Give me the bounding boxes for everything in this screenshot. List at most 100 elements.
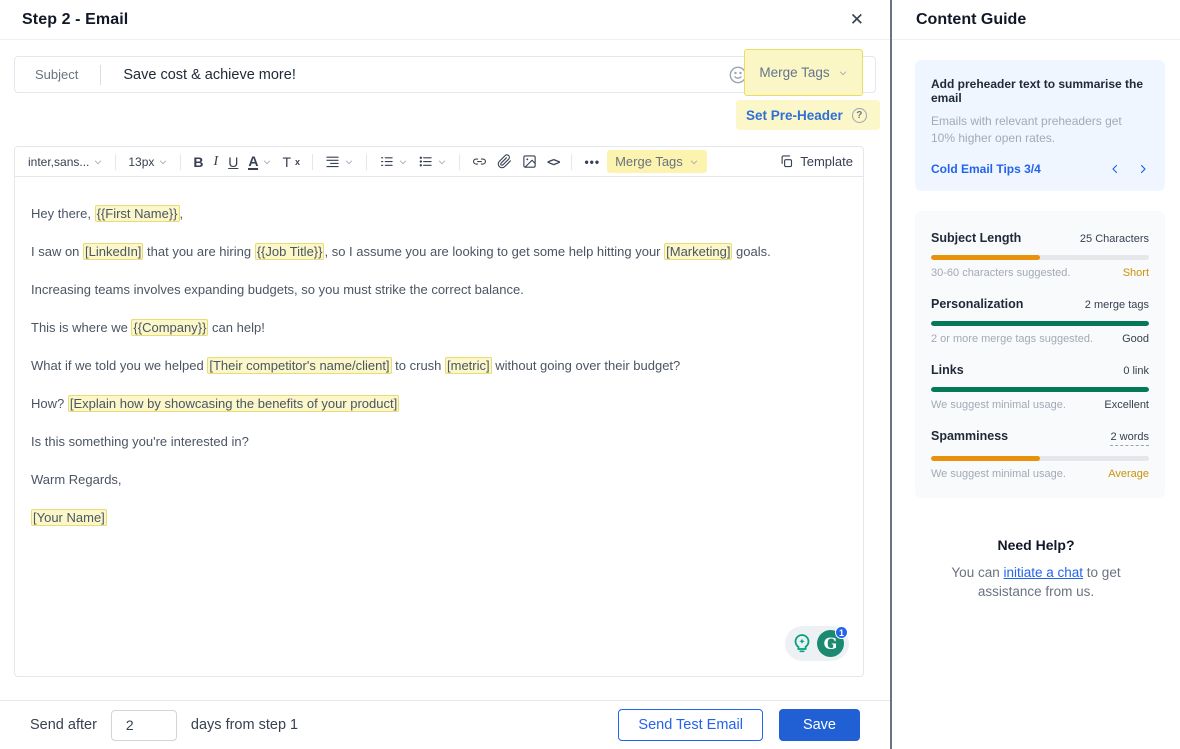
align-button[interactable] <box>322 152 357 171</box>
merge-tag-highlight: [Your Name] <box>31 509 107 526</box>
subject-label: Subject <box>15 67 100 82</box>
code-button[interactable]: <> <box>544 153 562 171</box>
template-button[interactable]: Template <box>779 154 853 169</box>
chevron-down-icon <box>689 157 699 167</box>
grammarly-suggestion-icon[interactable] <box>790 632 814 656</box>
divider <box>459 154 460 170</box>
body-text: How? <box>31 396 68 411</box>
content-guide-panel: Content Guide Add preheader text to summ… <box>890 0 1180 749</box>
divider <box>312 154 313 170</box>
metric-status: Average <box>1108 468 1149 480</box>
modal-header: Step 2 - Email ✕ <box>0 0 890 40</box>
app-root: Step 2 - Email ✕ Subject Merge Tags Set … <box>0 0 1180 749</box>
underline-button[interactable]: U <box>225 152 241 172</box>
bullet-list-button[interactable] <box>415 152 450 171</box>
body-text: that you are hiring <box>143 244 254 259</box>
toolbar-merge-tags-button[interactable]: Merge Tags <box>607 150 707 173</box>
ordered-list-icon <box>379 154 394 169</box>
initiate-chat-link[interactable]: initiate a chat <box>1003 565 1083 580</box>
clear-formatting-button[interactable]: Tx <box>279 152 303 172</box>
subject-merge-tags-button[interactable]: Merge Tags <box>744 49 863 96</box>
subject-merge-tags-label: Merge Tags <box>759 65 829 80</box>
metric-suggestion: We suggest minimal usage. <box>931 468 1066 480</box>
help-icon[interactable]: ? <box>852 108 867 123</box>
delay-days-input[interactable] <box>111 710 177 741</box>
close-icon[interactable]: ✕ <box>850 11 864 28</box>
metric-suggestion: We suggest minimal usage. <box>931 399 1066 411</box>
save-button[interactable]: Save <box>779 709 860 741</box>
content-metrics-card: Subject Length25 Characters30-60 charact… <box>915 211 1165 498</box>
ordered-list-button[interactable] <box>376 152 411 171</box>
tip-body: Emails with relevant preheaders get 10% … <box>931 113 1131 147</box>
body-text: Warm Regards, <box>31 472 122 487</box>
chevron-down-icon <box>838 68 848 78</box>
email-step-modal: Step 2 - Email ✕ Subject Merge Tags Set … <box>0 0 890 749</box>
chevron-down-icon <box>398 157 408 167</box>
body-text: Increasing teams involves expanding budg… <box>31 282 524 297</box>
image-button[interactable] <box>519 152 540 171</box>
set-preheader-link[interactable]: Set Pre-Header <box>746 108 843 123</box>
attachment-button[interactable] <box>494 152 515 171</box>
metric-value: 25 Characters <box>1080 233 1149 245</box>
metric-name: Subject Length <box>931 231 1021 245</box>
email-paragraph: [Your Name] <box>31 508 847 528</box>
metric-value: 0 link <box>1123 365 1149 377</box>
metric-name: Spamminess <box>931 429 1008 443</box>
font-size-dropdown[interactable]: 13px <box>125 153 171 171</box>
need-help-section: Need Help? You can initiate a chat to ge… <box>892 537 1180 601</box>
chevron-down-icon <box>344 157 354 167</box>
preheader-tip-card: Add preheader text to summarise the emai… <box>915 60 1165 191</box>
email-paragraph: Is this something you're interested in? <box>31 432 847 452</box>
subject-area: Subject Merge Tags Set Pre-Header ? <box>0 40 890 140</box>
grammarly-logo-icon[interactable]: G 1 <box>817 630 844 657</box>
email-paragraph: Warm Regards, <box>31 470 847 490</box>
more-options-icon[interactable]: ••• <box>581 153 603 171</box>
preheader-spotlight: Set Pre-Header ? <box>736 100 880 130</box>
modal-footer: Send after days from step 1 Send Test Em… <box>0 700 890 749</box>
body-text: I saw on <box>31 244 83 259</box>
divider <box>180 154 181 170</box>
link-button[interactable] <box>469 152 490 171</box>
body-text: to crush <box>392 358 445 373</box>
body-text: Is this something you're interested in? <box>31 434 249 449</box>
metric-value: 2 merge tags <box>1085 299 1149 311</box>
chevron-left-icon <box>1109 163 1121 175</box>
metric-progress-bar <box>931 321 1149 326</box>
bold-button[interactable]: B <box>190 152 206 172</box>
merge-tag-highlight: [Their competitor's name/client] <box>207 357 391 374</box>
body-text: , so I assume you are looking to get som… <box>324 244 664 259</box>
body-text: without going over their budget? <box>492 358 681 373</box>
font-family-dropdown[interactable]: inter,sans... <box>25 153 106 171</box>
metric-personalization: Personalization2 merge tags2 or more mer… <box>931 297 1149 345</box>
days-from-step-label: days from step 1 <box>191 717 298 733</box>
text-color-button[interactable]: A <box>245 152 275 172</box>
chevron-down-icon <box>262 157 272 167</box>
grammarly-badge: 1 <box>835 626 848 639</box>
email-paragraph: How? [Explain how by showcasing the bene… <box>31 394 847 414</box>
email-paragraph: What if we told you we helped [Their com… <box>31 356 847 376</box>
merge-tag-highlight: {{Company}} <box>131 319 208 336</box>
metric-value: 2 words <box>1110 431 1149 446</box>
bullet-list-icon <box>418 154 433 169</box>
send-test-email-button[interactable]: Send Test Email <box>618 709 763 741</box>
align-icon <box>325 154 340 169</box>
metric-name: Links <box>931 363 964 377</box>
email-paragraph: This is where we {{Company}} can help! <box>31 318 847 338</box>
metric-progress-bar <box>931 255 1149 260</box>
grammarly-widget[interactable]: G 1 <box>785 626 849 661</box>
metric-name: Personalization <box>931 297 1023 311</box>
email-paragraph: Increasing teams involves expanding budg… <box>31 280 847 300</box>
metric-subject-length: Subject Length25 Characters30-60 charact… <box>931 231 1149 279</box>
tip-prev-button[interactable] <box>1109 163 1121 175</box>
merge-tag-highlight: {{First Name}} <box>95 205 180 222</box>
merge-tag-highlight: {{Job Title}} <box>255 243 325 260</box>
body-text: goals. <box>732 244 770 259</box>
content-guide-title: Content Guide <box>892 0 1180 40</box>
need-help-title: Need Help? <box>892 537 1180 553</box>
merge-tag-highlight: [metric] <box>445 357 492 374</box>
tip-next-button[interactable] <box>1137 163 1149 175</box>
chevron-down-icon <box>158 157 168 167</box>
cold-email-tips-link[interactable]: Cold Email Tips 3/4 <box>931 162 1041 176</box>
italic-button[interactable]: I <box>211 152 222 172</box>
email-body[interactable]: Hey there, {{First Name}},I saw on [Link… <box>15 177 863 676</box>
